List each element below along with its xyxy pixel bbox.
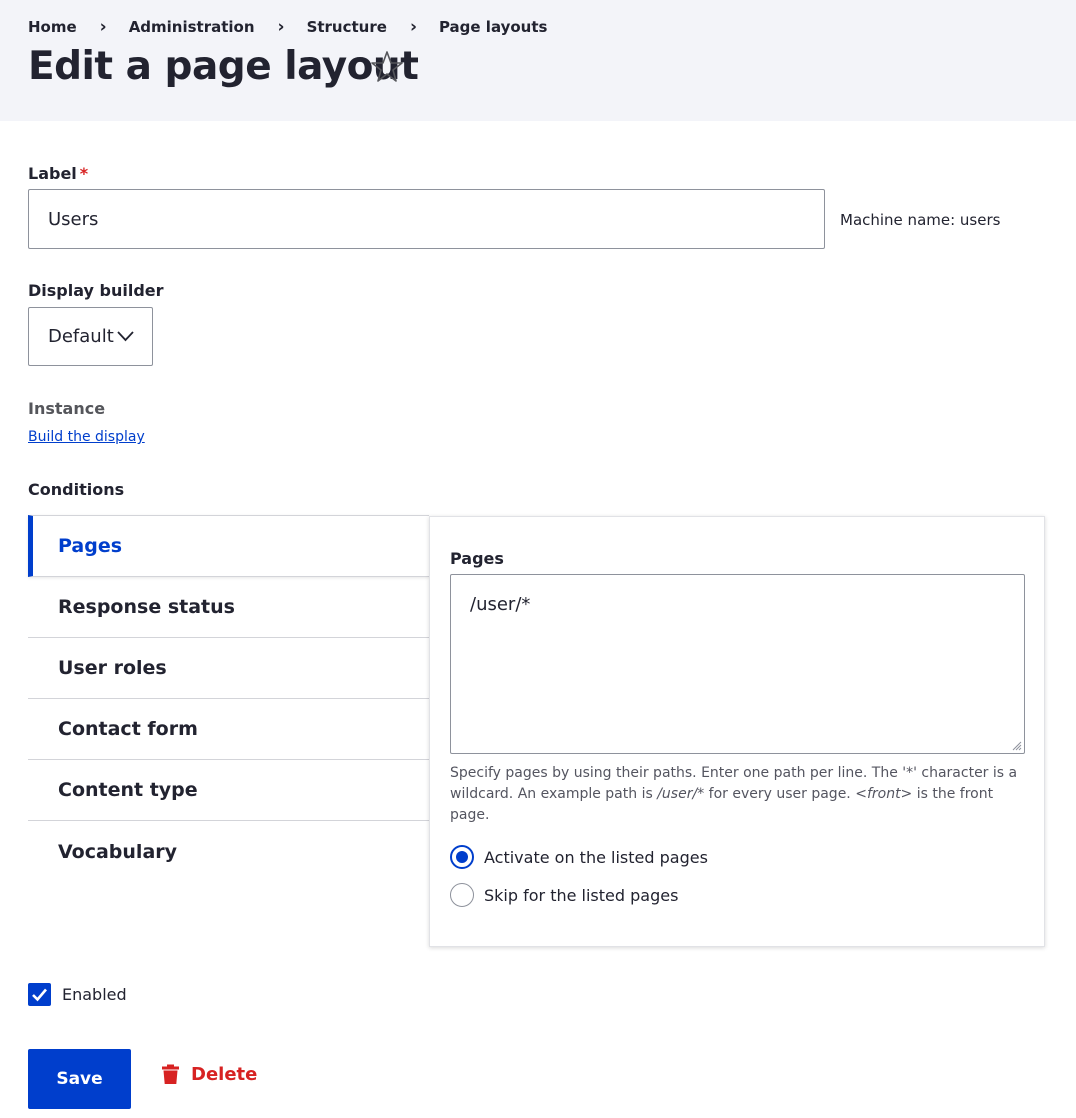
machine-name: Machine name: users xyxy=(840,211,1001,229)
radio-activate-label: Activate on the listed pages xyxy=(484,847,708,867)
pages-description: Specify pages by using their paths. Ente… xyxy=(450,763,1030,826)
star-outline-icon[interactable] xyxy=(370,48,404,86)
conditions-tabs: Pages Response status User roles Contact… xyxy=(28,515,429,882)
display-builder-label: Display builder xyxy=(28,281,164,300)
save-button[interactable]: Save xyxy=(28,1049,131,1109)
conditions-label: Conditions xyxy=(28,480,125,499)
label-field-label: Label * xyxy=(28,164,88,183)
chevron-down-icon xyxy=(117,331,134,342)
pages-textarea-value: /user/* xyxy=(470,594,531,615)
tab-contact-form[interactable]: Contact form xyxy=(28,699,429,760)
desc-example-path: /user/* xyxy=(657,786,705,802)
pages-textarea[interactable]: /user/* xyxy=(450,574,1025,754)
breadcrumb-home[interactable]: Home xyxy=(28,18,77,36)
chevron-right-icon: › xyxy=(409,17,417,37)
delete-button[interactable]: Delete xyxy=(161,1064,257,1085)
label-input[interactable] xyxy=(28,189,825,249)
radio-skip-label: Skip for the listed pages xyxy=(484,885,679,905)
chevron-right-icon: › xyxy=(99,17,107,37)
breadcrumb-structure[interactable]: Structure xyxy=(307,18,387,36)
radio-activate[interactable] xyxy=(450,845,474,869)
display-builder-select[interactable]: Default xyxy=(28,307,153,366)
page-header: Home › Administration › Structure › Page… xyxy=(0,0,1076,121)
required-marker: * xyxy=(79,164,89,183)
label-text: Label xyxy=(28,164,77,183)
desc-part: for every user page. xyxy=(704,786,856,802)
checkmark-icon xyxy=(32,988,47,1002)
breadcrumb-administration[interactable]: Administration xyxy=(129,18,255,36)
pages-field-label: Pages xyxy=(450,549,504,568)
build-display-link[interactable]: Build the display xyxy=(28,429,145,445)
breadcrumb: Home › Administration › Structure › Page… xyxy=(28,17,547,37)
enabled-label: Enabled xyxy=(62,985,127,1004)
chevron-right-icon: › xyxy=(277,17,285,37)
breadcrumb-page-layouts[interactable]: Page layouts xyxy=(439,18,548,36)
enabled-checkbox[interactable] xyxy=(28,983,51,1006)
trash-icon xyxy=(162,1064,179,1084)
pages-tab-pane: Pages /user/* Specify pages by using the… xyxy=(429,516,1045,947)
desc-front-token: <front> xyxy=(855,786,913,802)
instance-label: Instance xyxy=(28,399,106,418)
tab-pages[interactable]: Pages xyxy=(28,515,429,577)
display-builder-value: Default xyxy=(48,326,114,347)
radio-skip-row[interactable]: Skip for the listed pages xyxy=(450,883,678,907)
enabled-row[interactable]: Enabled xyxy=(28,983,127,1006)
page-title: Edit a page layout xyxy=(28,44,419,89)
delete-label: Delete xyxy=(191,1064,258,1085)
tab-content-type[interactable]: Content type xyxy=(28,760,429,821)
tab-vocabulary[interactable]: Vocabulary xyxy=(28,821,429,882)
tab-user-roles[interactable]: User roles xyxy=(28,638,429,699)
tab-response-status[interactable]: Response status xyxy=(28,577,429,638)
radio-skip[interactable] xyxy=(450,883,474,907)
radio-activate-row[interactable]: Activate on the listed pages xyxy=(450,845,708,869)
resize-handle-icon[interactable] xyxy=(1012,741,1022,751)
